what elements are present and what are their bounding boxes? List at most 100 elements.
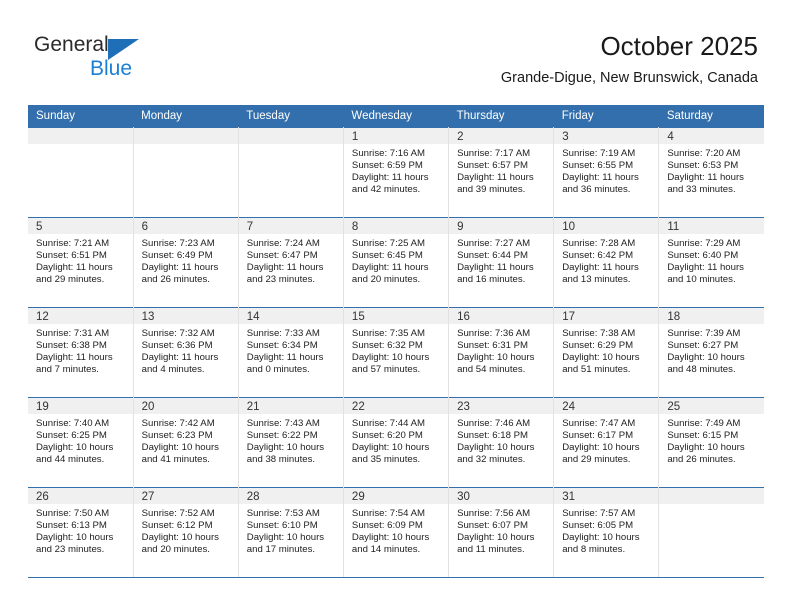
location-subtitle: Grande-Digue, New Brunswick, Canada [500,70,758,86]
calendar-day-cell-empty [658,487,764,578]
daylight-text-line1: Daylight: 10 hours [351,532,430,544]
calendar-day-cell[interactable]: 13 Sunrise: 7:32 AM Sunset: 6:36 PM Dayligh… [133,307,239,398]
day-number: 11 [659,218,764,234]
daylight-text-line2: and 26 minutes. [667,454,736,466]
calendar-day-cell[interactable]: 16 Sunrise: 7:36 AM Sunset: 6:31 PM Dayligh… [448,307,555,398]
sunrise-text: Sunrise: 7:40 AM [36,418,110,429]
daylight-text-line2: and 48 minutes. [667,364,736,376]
sunset-text: Sunset: 6:12 PM [141,520,213,532]
daylight-text-line2: and 51 minutes. [562,364,631,376]
sunset-text: Sunset: 6:38 PM [36,340,107,352]
weekday-header-sunday: Sunday [28,105,134,128]
calendar-day-cell[interactable]: 1 Sunrise: 7:16 AM Sunset: 6:59 PM Daylight… [343,127,450,218]
logo-text-blue: Blue [90,57,133,80]
day-detail-block: Sunrise: 7:47 AM Sunset: 6:17 PM Daylight:… [554,414,658,466]
day-detail-block: Sunrise: 7:54 AM Sunset: 6:09 PM Daylight:… [344,504,448,556]
calendar-header-row: Sunday Monday Tuesday Wednesday Thursday… [28,105,764,128]
day-number: 30 [449,488,553,504]
daylight-text-line1: Daylight: 10 hours [667,352,745,364]
general-blue-logo[interactable]: General Blue [34,33,174,83]
daylight-text-line2: and 10 minutes. [667,274,736,286]
sunrise-text: Sunrise: 7:47 AM [562,418,636,429]
sunset-text: Sunset: 6:17 PM [562,430,634,442]
daylight-text-line1: Daylight: 11 hours [246,262,324,274]
calendar-day-cell[interactable]: 5 Sunrise: 7:21 AM Sunset: 6:51 PM Daylight… [28,217,134,308]
calendar-day-cell[interactable]: 17 Sunrise: 7:38 AM Sunset: 6:29 PM Dayligh… [553,307,660,398]
calendar-day-cell[interactable]: 27 Sunrise: 7:52 AM Sunset: 6:12 PM Dayligh… [133,487,239,578]
day-detail-block: Sunrise: 7:31 AM Sunset: 6:38 PM Daylight:… [28,324,132,376]
daylight-text-line2: and 44 minutes. [36,454,105,466]
daylight-text-line1: Daylight: 10 hours [562,532,640,544]
sunrise-text: Sunrise: 7:29 AM [667,238,741,249]
daylight-text-line2: and 41 minutes. [141,454,210,466]
daylight-text-line2: and 33 minutes. [667,184,736,196]
day-detail-block: Sunrise: 7:36 AM Sunset: 6:31 PM Daylight:… [449,324,553,376]
daylight-text-line1: Daylight: 10 hours [562,442,640,454]
day-detail-block [659,504,764,508]
calendar-day-cell[interactable]: 26 Sunrise: 7:50 AM Sunset: 6:13 PM Dayligh… [28,487,134,578]
calendar-day-cell[interactable]: 23 Sunrise: 7:46 AM Sunset: 6:18 PM Dayligh… [448,397,555,488]
calendar-day-cell[interactable]: 3 Sunrise: 7:19 AM Sunset: 6:55 PM Daylight… [553,127,660,218]
calendar-day-cell[interactable]: 20 Sunrise: 7:42 AM Sunset: 6:23 PM Dayligh… [133,397,239,488]
calendar-day-cell[interactable]: 8 Sunrise: 7:25 AM Sunset: 6:45 PM Daylight… [343,217,450,308]
calendar-day-cell[interactable]: 15 Sunrise: 7:35 AM Sunset: 6:32 PM Dayligh… [343,307,450,398]
calendar-day-cell[interactable]: 18 Sunrise: 7:39 AM Sunset: 6:27 PM Dayligh… [658,307,764,398]
calendar-day-cell[interactable]: 6 Sunrise: 7:23 AM Sunset: 6:49 PM Daylight… [133,217,239,308]
daylight-text-line2: and 17 minutes. [246,544,316,556]
day-detail-block: Sunrise: 7:33 AM Sunset: 6:34 PM Daylight:… [239,324,343,376]
daylight-text-line1: Daylight: 10 hours [246,442,325,454]
day-detail-block: Sunrise: 7:21 AM Sunset: 6:51 PM Daylight:… [28,234,132,286]
calendar-day-cell[interactable]: 11 Sunrise: 7:29 AM Sunset: 6:40 PM Dayligh… [658,217,764,308]
calendar-week-row: 5 Sunrise: 7:21 AM Sunset: 6:51 PM Daylight… [28,217,764,308]
sunset-text: Sunset: 6:36 PM [141,340,213,352]
sunrise-text: Sunrise: 7:16 AM [351,148,425,159]
day-detail-block: Sunrise: 7:35 AM Sunset: 6:32 PM Daylight:… [344,324,448,376]
day-detail-block: Sunrise: 7:42 AM Sunset: 6:23 PM Daylight:… [134,414,238,466]
sunset-text: Sunset: 6:42 PM [562,250,634,262]
daylight-text-line2: and 35 minutes. [351,454,421,466]
calendar-day-cell[interactable]: 14 Sunrise: 7:33 AM Sunset: 6:34 PM Dayligh… [238,307,344,398]
daylight-text-line1: Daylight: 11 hours [351,262,429,274]
sunrise-text: Sunrise: 7:43 AM [246,418,320,429]
daylight-text-line2: and 32 minutes. [457,454,526,466]
calendar-day-cell[interactable]: 25 Sunrise: 7:49 AM Sunset: 6:15 PM Dayligh… [658,397,764,488]
page-header: General Blue October 2025 Grande-Digue, … [0,0,792,103]
day-number: 24 [554,398,658,414]
sunrise-text: Sunrise: 7:44 AM [351,418,425,429]
calendar-day-cell[interactable]: 9 Sunrise: 7:27 AM Sunset: 6:44 PM Daylight… [448,217,555,308]
calendar-day-cell[interactable]: 4 Sunrise: 7:20 AM Sunset: 6:53 PM Daylight… [658,127,764,218]
day-number: 3 [554,128,658,144]
calendar-day-cell[interactable]: 21 Sunrise: 7:43 AM Sunset: 6:22 PM Dayligh… [238,397,344,488]
day-number: 26 [28,488,133,504]
sunset-text: Sunset: 6:34 PM [246,340,318,352]
calendar-day-cell[interactable]: 10 Sunrise: 7:28 AM Sunset: 6:42 PM Dayligh… [553,217,660,308]
day-detail-block [239,144,343,148]
calendar-day-cell[interactable]: 29 Sunrise: 7:54 AM Sunset: 6:09 PM Dayligh… [343,487,450,578]
calendar-day-cell[interactable]: 2 Sunrise: 7:17 AM Sunset: 6:57 PM Daylight… [448,127,555,218]
daylight-text-line2: and 14 minutes. [351,544,421,556]
calendar-day-cell[interactable]: 31 Sunrise: 7:57 AM Sunset: 6:05 PM Dayligh… [553,487,660,578]
daylight-text-line2: and 42 minutes. [351,184,421,196]
day-detail-block: Sunrise: 7:50 AM Sunset: 6:13 PM Daylight:… [28,504,132,556]
calendar-day-cell[interactable]: 7 Sunrise: 7:24 AM Sunset: 6:47 PM Daylight… [238,217,344,308]
daylight-text-line1: Daylight: 10 hours [457,442,535,454]
calendar-body: 1 Sunrise: 7:16 AM Sunset: 6:59 PM Daylight… [28,127,764,578]
day-detail-block [28,144,132,148]
sunrise-text: Sunrise: 7:35 AM [351,328,425,339]
daylight-text-line1: Daylight: 10 hours [457,352,535,364]
day-number: 19 [28,398,133,414]
calendar-day-cell[interactable]: 28 Sunrise: 7:53 AM Sunset: 6:10 PM Dayligh… [238,487,344,578]
sunset-text: Sunset: 6:53 PM [667,160,739,172]
sunset-text: Sunset: 6:47 PM [246,250,318,262]
sunrise-text: Sunrise: 7:42 AM [141,418,215,429]
calendar-day-cell[interactable]: 30 Sunrise: 7:56 AM Sunset: 6:07 PM Dayligh… [448,487,555,578]
calendar-day-cell[interactable]: 12 Sunrise: 7:31 AM Sunset: 6:38 PM Dayligh… [28,307,134,398]
day-detail-block: Sunrise: 7:46 AM Sunset: 6:18 PM Daylight:… [449,414,553,466]
daylight-text-line1: Daylight: 11 hours [351,172,429,184]
day-detail-block: Sunrise: 7:27 AM Sunset: 6:44 PM Daylight:… [449,234,553,286]
daylight-text-line1: Daylight: 10 hours [141,442,219,454]
calendar-day-cell[interactable]: 19 Sunrise: 7:40 AM Sunset: 6:25 PM Dayligh… [28,397,134,488]
calendar-day-cell[interactable]: 22 Sunrise: 7:44 AM Sunset: 6:20 PM Dayligh… [343,397,450,488]
day-detail-block: Sunrise: 7:38 AM Sunset: 6:29 PM Daylight:… [554,324,658,376]
calendar-day-cell[interactable]: 24 Sunrise: 7:47 AM Sunset: 6:17 PM Dayligh… [553,397,660,488]
